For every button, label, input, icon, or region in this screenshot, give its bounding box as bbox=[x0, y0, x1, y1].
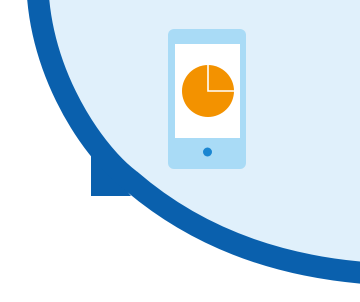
speech-bubble-illustration bbox=[27, 0, 360, 284]
pie-chart-icon bbox=[182, 65, 234, 117]
phone-home-button bbox=[203, 147, 212, 157]
illustration-canvas bbox=[0, 0, 360, 302]
